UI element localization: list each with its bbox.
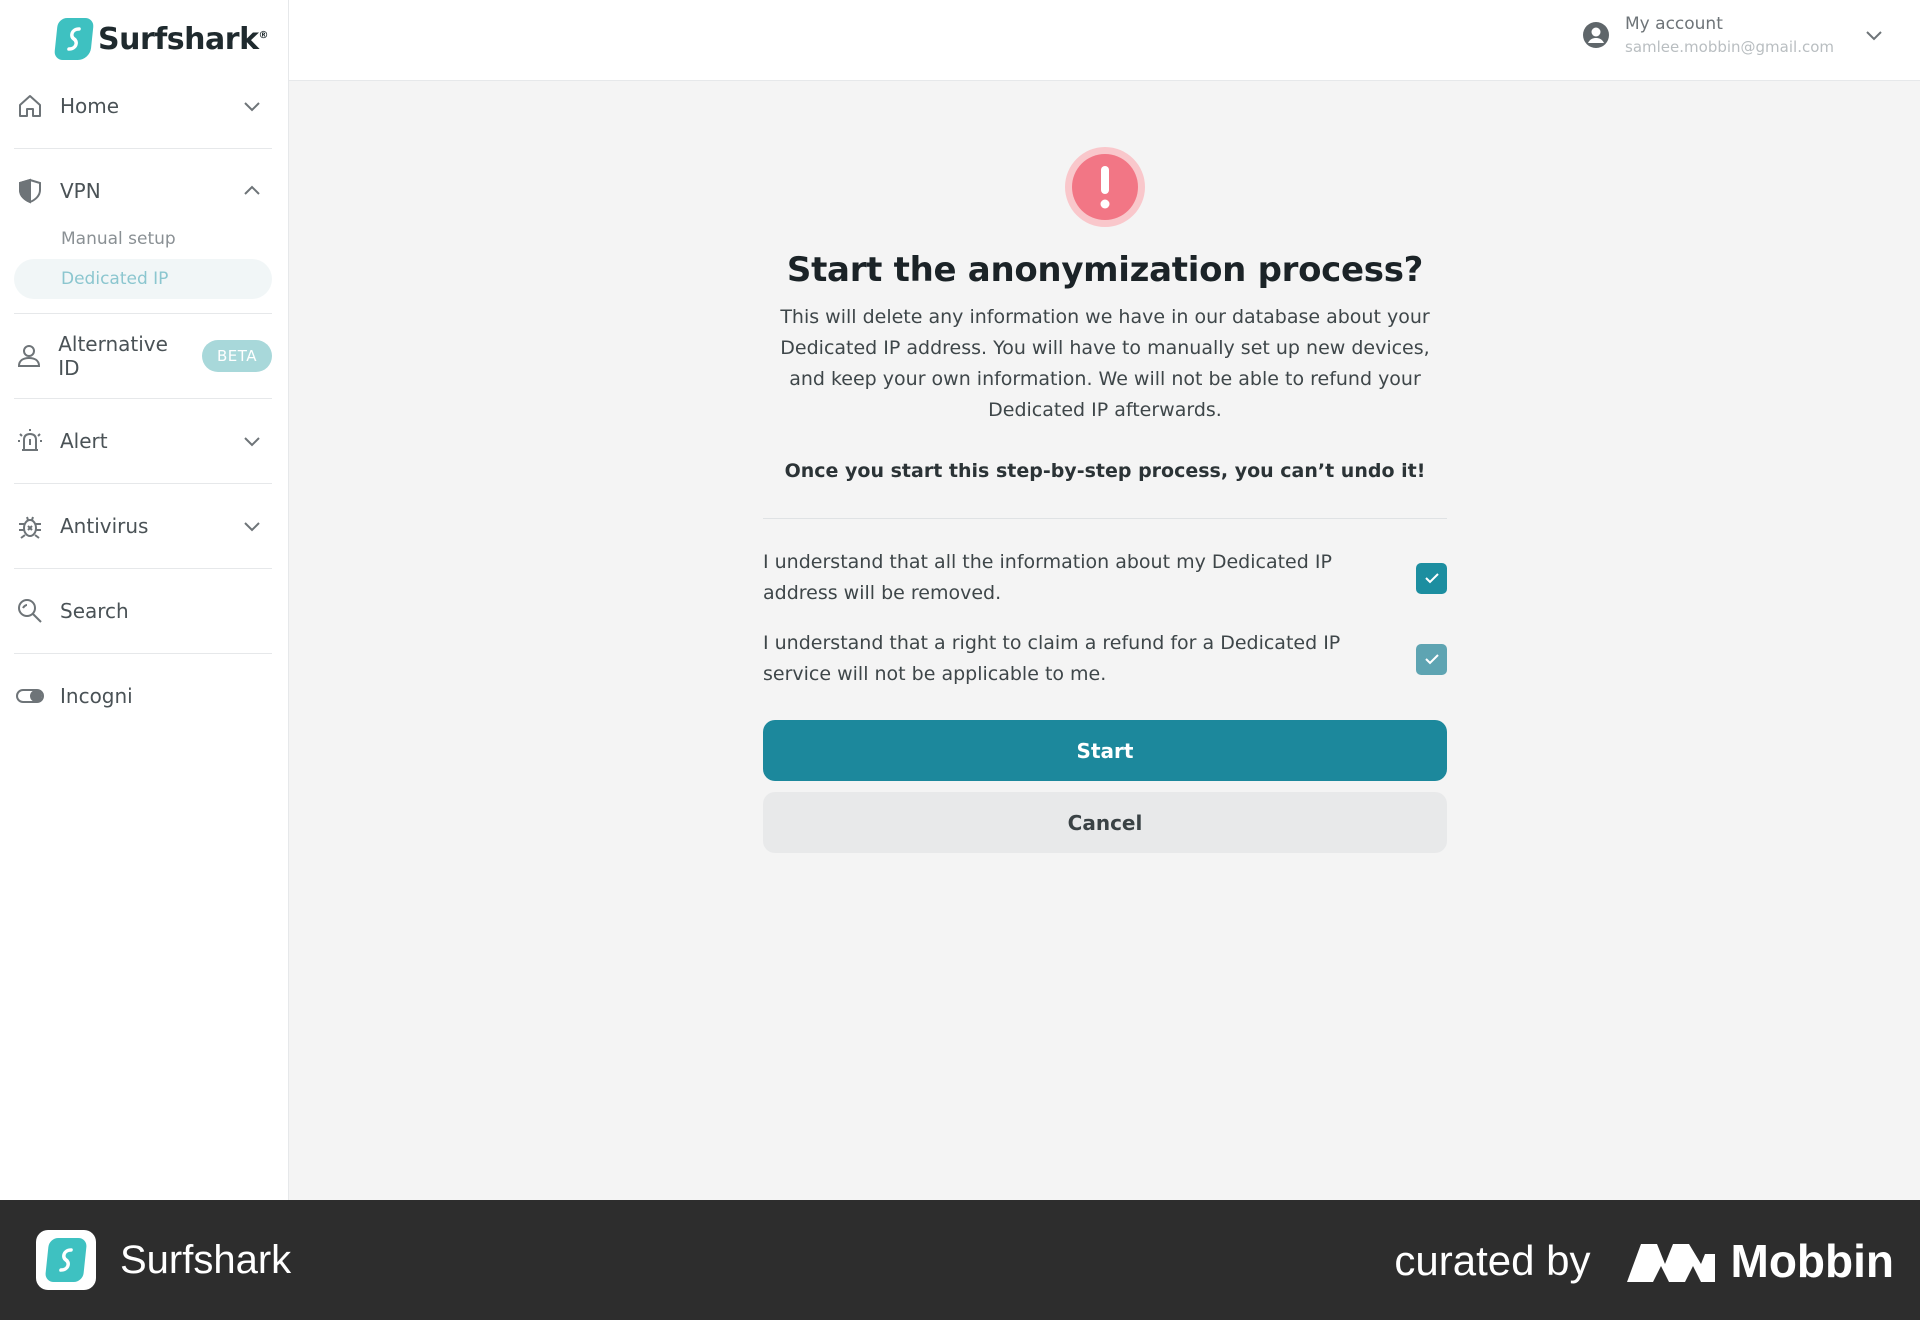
- sidebar-item-label: Alert: [60, 429, 108, 453]
- sidebar-item-label: VPN: [60, 179, 101, 203]
- account-label: My account: [1625, 14, 1723, 34]
- confirmation-checkbox[interactable]: [1416, 562, 1447, 594]
- dialog-description: This will delete any information we have…: [780, 306, 1430, 421]
- beta-badge: BETA: [201, 340, 272, 372]
- account-avatar-icon: [1581, 20, 1611, 50]
- sidebar-item-label: Incogni: [60, 684, 133, 708]
- chevron-down-icon: [240, 429, 264, 453]
- mobbin-logo-icon: [1626, 1244, 1715, 1282]
- toggle-icon: [14, 680, 46, 712]
- sidebar-divider: [14, 568, 272, 569]
- dialog-title: Start the anonymization process?: [786, 250, 1424, 290]
- sidebar-subitem-dedicated-ip[interactable]: Dedicated IP: [14, 259, 272, 299]
- surfshark-logo[interactable]: Surfshark®: [53, 18, 269, 60]
- dialog-warning: Once you start this step-by-step process…: [784, 460, 1426, 482]
- home-icon: [14, 90, 46, 122]
- top-bar: My account samlee.mobbin@gmail.com: [289, 0, 1920, 81]
- surfshark-logo-icon: [53, 18, 95, 60]
- cancel-button[interactable]: Cancel: [763, 792, 1447, 853]
- curated-by: curated by Mobbin: [1394, 1234, 1894, 1288]
- sidebar-divider: [14, 398, 272, 399]
- sidebar-item-search[interactable]: Search: [14, 583, 272, 639]
- sidebar-item-incogni[interactable]: Incogni: [14, 668, 272, 724]
- sidebar-divider: [14, 653, 272, 654]
- confirmation-text: I understand that a right to claim a ref…: [763, 632, 1341, 685]
- footer-banner: Surfshark curated by Mobbin: [0, 1200, 1920, 1320]
- sidebar-item-home[interactable]: Home: [14, 78, 272, 134]
- chevron-up-icon: [240, 179, 264, 203]
- chevron-down-icon[interactable]: [1862, 23, 1886, 47]
- sidebar-item-label: Search: [60, 599, 129, 623]
- mobbin-wordmark: Mobbin: [1730, 1235, 1895, 1287]
- surfshark-app-icon: [36, 1230, 96, 1290]
- sidebar-item-antivirus[interactable]: Antivirus: [14, 498, 272, 554]
- warning-icon: [1065, 147, 1145, 227]
- chevron-down-icon: [240, 514, 264, 538]
- curated-by-text: curated by: [1394, 1237, 1591, 1284]
- account-menu[interactable]: My account samlee.mobbin@gmail.com: [1581, 14, 1886, 56]
- sidebar-divider: [14, 313, 272, 314]
- sidebar-divider: [14, 483, 272, 484]
- sidebar-item-alert[interactable]: Alert: [14, 413, 272, 469]
- search-icon: [14, 595, 46, 627]
- logo-text: Surfshark®: [98, 21, 269, 57]
- confirmation-text: I understand that all the information ab…: [763, 551, 1332, 604]
- confirmation-row: I understand that a right to claim a ref…: [763, 628, 1447, 690]
- sidebar-subitem-manual-setup[interactable]: Manual setup: [14, 219, 272, 259]
- sidebar-item-label: Home: [60, 94, 120, 118]
- sidebar-nav: Home VPN Manual setup Dedicated IP Alter…: [14, 78, 272, 724]
- sidebar: Surfshark® Home VPN Manual setup Dedicat…: [0, 0, 289, 1200]
- confirmation-checkbox[interactable]: [1416, 643, 1447, 675]
- shield-icon: [14, 175, 46, 207]
- checkmark-icon: [1424, 654, 1439, 665]
- anonymization-dialog: Start the anonymization process? This wi…: [763, 146, 1447, 853]
- sidebar-item-vpn[interactable]: VPN: [14, 163, 272, 219]
- footer-app: Surfshark: [36, 1230, 291, 1290]
- account-email: samlee.mobbin@gmail.com: [1625, 38, 1834, 56]
- confirmation-row: I understand that all the information ab…: [763, 547, 1447, 609]
- checkmark-icon: [1424, 573, 1439, 584]
- footer-app-name: Surfshark: [120, 1237, 292, 1282]
- bug-icon: [14, 510, 46, 542]
- start-button[interactable]: Start: [763, 720, 1447, 781]
- dialog-divider: [763, 518, 1447, 519]
- alert-bell-icon: [14, 425, 46, 457]
- chevron-down-icon: [240, 94, 264, 118]
- sidebar-item-alternative-id[interactable]: Alternative ID BETA: [14, 328, 272, 384]
- sidebar-item-label: Alternative ID: [58, 332, 168, 380]
- sidebar-item-label: Antivirus: [60, 514, 149, 538]
- sidebar-divider: [14, 148, 272, 149]
- person-icon: [14, 340, 44, 372]
